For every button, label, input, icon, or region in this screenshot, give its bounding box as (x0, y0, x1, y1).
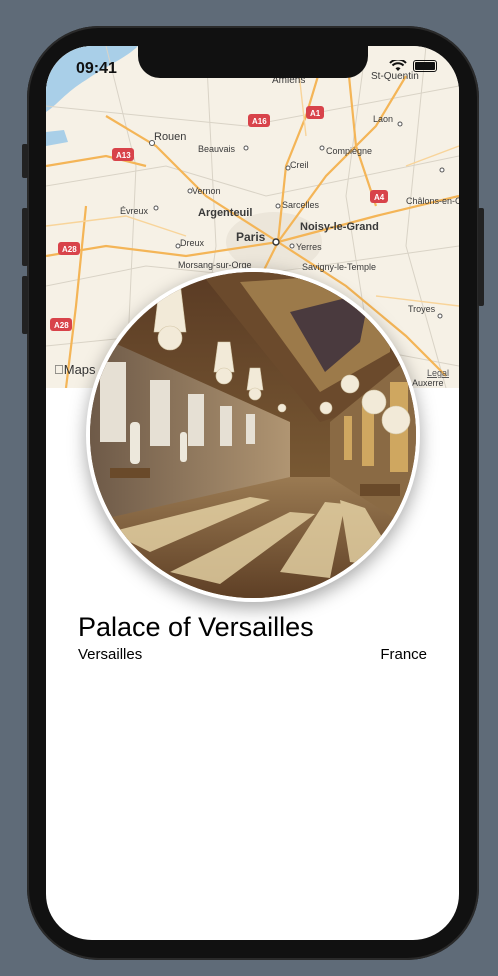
status-time: 09:41 (76, 60, 117, 77)
road-sign-a1: A1 (310, 109, 321, 118)
road-sign-a16: A16 (252, 117, 267, 126)
map-label-evreux: Évreux (120, 206, 149, 216)
map-label-noisy-le-grand: Noisy-le-Grand (300, 221, 379, 233)
maps-attribution[interactable]: Maps (54, 362, 96, 377)
map-label-vernon: Vernon (192, 186, 221, 196)
place-country: France (380, 646, 427, 663)
map-label-paris: Paris (236, 230, 266, 244)
notch (138, 46, 368, 78)
map-label-st-quentin: St-Quentin (371, 71, 419, 82)
place-photo-frame (86, 268, 420, 602)
map-label-rouen: Rouen (154, 131, 186, 143)
map-label-savigny-le-temple: Savigny-le-Temple (302, 262, 376, 272)
map-label-compiegne: Compiègne (326, 146, 372, 156)
legal-link[interactable]: Legal (427, 368, 449, 378)
road-sign-a28: A28 (62, 245, 77, 254)
road-sign-a4: A4 (374, 193, 385, 202)
road-sign-a13: A13 (116, 151, 131, 160)
screen: 09:41 A16 A1 A13 A4 A28 A28 Amiens St-Qu… (46, 46, 459, 940)
place-photo (90, 272, 416, 598)
battery-icon (413, 60, 437, 72)
map-label-argenteuil: Argenteuil (198, 207, 252, 219)
map-label-troyes: Troyes (408, 304, 436, 314)
place-title: Palace of Versailles (78, 612, 314, 642)
volume-up-button (22, 208, 28, 266)
map-label-chalons: Châlons-en-Champagne (406, 196, 459, 206)
power-button (478, 208, 484, 306)
status-icons (389, 60, 437, 72)
volume-down-button (22, 276, 28, 334)
side-button (22, 144, 28, 178)
place-city: Versailles (78, 646, 143, 663)
map-label-beauvais: Beauvais (198, 144, 236, 154)
map-label-laon: Laon (373, 114, 393, 124)
wifi-icon (389, 60, 407, 71)
map-label-yerres: Yerres (296, 242, 322, 252)
map-label-creil: Creil (290, 160, 309, 170)
map-label-dreux: Dreux (180, 238, 205, 248)
road-sign-a28-south: A28 (54, 321, 69, 330)
map-label-sarcelles: Sarcelles (282, 200, 320, 210)
apple-logo-icon:  (54, 362, 64, 377)
map-label-auxerre: Auxerre (412, 378, 444, 388)
